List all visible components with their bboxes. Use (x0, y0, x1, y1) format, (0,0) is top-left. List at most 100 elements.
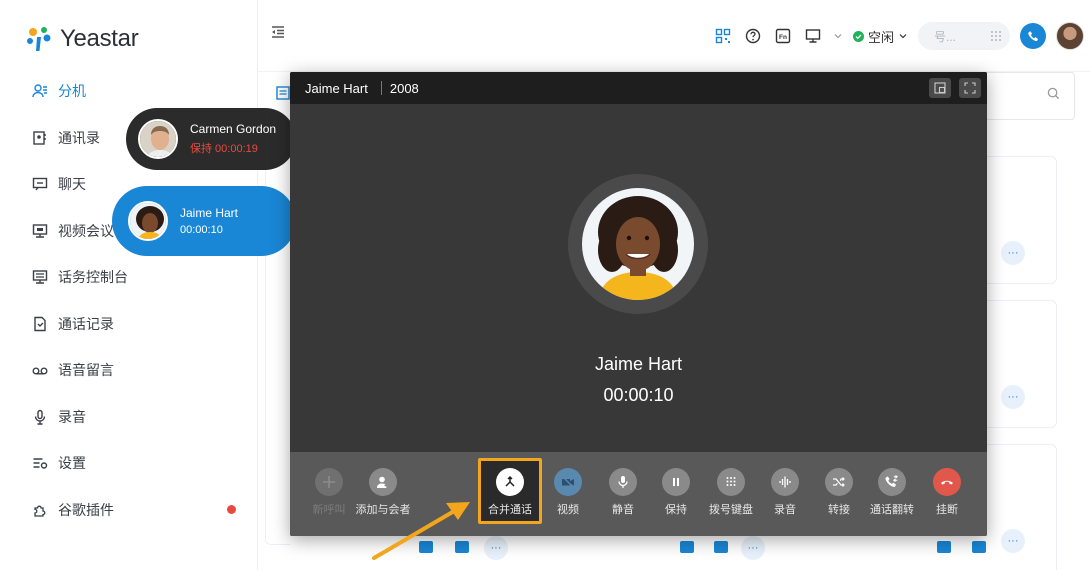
list-view-icon[interactable] (276, 86, 290, 103)
hangup-icon (933, 468, 961, 496)
record-button[interactable]: 录音 (755, 468, 815, 517)
held-call-bubble[interactable]: Carmen Gordon 保持 00:00:19 (126, 108, 296, 170)
chat-message-icon[interactable] (714, 541, 728, 553)
extension-card[interactable]: ··· (985, 300, 1057, 428)
chevron-down-icon[interactable] (833, 26, 843, 46)
active-call-name: Jaime Hart (180, 206, 239, 220)
function-key-icon[interactable]: Fn (773, 26, 793, 46)
call-window-header[interactable]: Jaime Hart 2008 (290, 72, 987, 104)
window-controls (929, 78, 981, 98)
button-label: 静音 (612, 504, 634, 516)
qr-code-icon[interactable] (713, 26, 733, 46)
brand-name: Yeastar (60, 25, 139, 52)
button-label: 新呼叫 (312, 504, 346, 516)
header-separator (380, 81, 382, 95)
sidebar-item-recording[interactable]: 录音 (0, 394, 258, 441)
mute-icon (609, 468, 637, 496)
hangup-button[interactable]: 挂断 (917, 468, 977, 517)
plus-icon (315, 468, 343, 496)
sidebar-item-google-plugin[interactable]: 谷歌插件 (0, 487, 258, 534)
more-options-icon[interactable]: ··· (741, 536, 765, 560)
svg-text:Fn: Fn (779, 34, 787, 41)
extension-card[interactable]: ··· (985, 444, 1057, 570)
status-available-icon (852, 30, 864, 42)
extension-card[interactable]: ··· (985, 156, 1057, 284)
call-timer: 00:00:10 (603, 385, 674, 405)
brand-logo[interactable]: Yeastar (24, 22, 139, 56)
sidebar-item-label: 话务控制台 (58, 269, 128, 286)
new-call-button[interactable]: 新呼叫 (299, 468, 359, 517)
help-icon[interactable] (743, 26, 763, 46)
transfer-icon (825, 468, 853, 496)
minimize-window-icon[interactable] (929, 78, 951, 98)
button-label: 挂断 (936, 504, 958, 516)
merge-call-button[interactable]: 合并通话 (480, 468, 540, 517)
more-options-icon[interactable]: ··· (1001, 385, 1025, 409)
sidebar-item-label: 视频会议 (58, 222, 114, 239)
transfer-button[interactable]: 转接 (809, 468, 869, 517)
microphone-icon (32, 409, 48, 425)
button-label: 添加与会者 (355, 504, 411, 516)
sidebar-item-label: 录音 (58, 408, 86, 425)
sidebar-item-label: 语音留言 (58, 362, 114, 379)
video-call-icon[interactable] (937, 541, 951, 553)
fullscreen-icon[interactable] (959, 78, 981, 98)
sidebar-item-operator-console[interactable]: 话务控制台 (0, 254, 258, 301)
hold-button[interactable]: 保持 (646, 468, 706, 517)
dialpad-small-icon[interactable] (990, 30, 1002, 42)
add-participant-icon (369, 468, 397, 496)
dial-placeholder: 号... (934, 29, 957, 44)
add-participant-button[interactable]: 添加与会者 (353, 468, 413, 517)
sidebar-item-label: 聊天 (58, 176, 86, 193)
chat-message-icon[interactable] (972, 541, 986, 553)
plugin-icon (32, 502, 48, 518)
search-icon (1047, 87, 1060, 103)
more-options-icon[interactable]: ··· (484, 536, 508, 560)
call-window: Jaime Hart 2008 Jaime Hart 00:00:10 新呼叫 … (290, 72, 987, 536)
yeastar-logo-icon (27, 27, 51, 51)
video-call-icon[interactable] (419, 541, 433, 553)
collapse-sidebar-icon[interactable] (270, 24, 286, 40)
sidebar-item-voicemail[interactable]: 语音留言 (0, 347, 258, 394)
presence-status-selector[interactable]: 空闲 (852, 27, 908, 46)
voicemail-icon (32, 362, 48, 378)
button-label: 拨号键盘 (709, 504, 753, 516)
top-bar: Fn 空闲 号... (258, 0, 1090, 72)
callee-avatar-ring (568, 174, 708, 314)
flip-call-button[interactable]: 通话翻转 (862, 468, 922, 517)
call-log-icon (32, 316, 48, 332)
more-options-icon[interactable]: ··· (1001, 241, 1025, 265)
video-call-icon[interactable] (680, 541, 694, 553)
sidebar: Yeastar 分机 通讯录 聊天 视频会议 话务控制台 通话记录 语音留言 录… (0, 0, 258, 570)
extension-search-input[interactable] (985, 72, 1075, 120)
mute-button[interactable]: 静音 (593, 468, 653, 517)
sidebar-item-label: 设置 (58, 455, 86, 472)
sidebar-item-settings[interactable]: 设置 (0, 440, 258, 487)
contact-avatar (138, 119, 178, 159)
video-button[interactable]: 视频 (538, 468, 598, 517)
dialpad-icon (717, 468, 745, 496)
call-phone-icon[interactable] (1020, 23, 1046, 49)
merge-call-icon (496, 468, 524, 496)
chat-icon (32, 176, 48, 192)
dial-number-input[interactable]: 号... (918, 22, 1010, 50)
user-avatar[interactable] (1056, 22, 1084, 50)
contacts-icon (32, 130, 48, 146)
button-label: 转接 (828, 504, 850, 516)
held-call-status: 保持 00:00:19 (190, 143, 258, 155)
video-conference-icon (32, 223, 48, 239)
sidebar-item-label: 通讯录 (58, 129, 100, 146)
sidebar-item-label: 谷歌插件 (58, 501, 114, 518)
call-contact-number: 2008 (389, 80, 419, 96)
button-label: 合并通话 (488, 504, 532, 516)
sidebar-item-label: 分机 (58, 83, 86, 100)
dialpad-button[interactable]: 拨号键盘 (701, 468, 761, 517)
sidebar-item-call-log[interactable]: 通话记录 (0, 301, 258, 348)
button-label: 通话翻转 (870, 504, 914, 516)
active-call-bubble[interactable]: Jaime Hart 00:00:10 (112, 186, 296, 256)
monitor-icon[interactable] (803, 26, 823, 46)
more-options-icon[interactable]: ··· (1001, 529, 1025, 553)
chat-message-icon[interactable] (455, 541, 469, 553)
contact-avatar (128, 201, 168, 241)
active-call-duration: 00:00:10 (180, 224, 223, 236)
